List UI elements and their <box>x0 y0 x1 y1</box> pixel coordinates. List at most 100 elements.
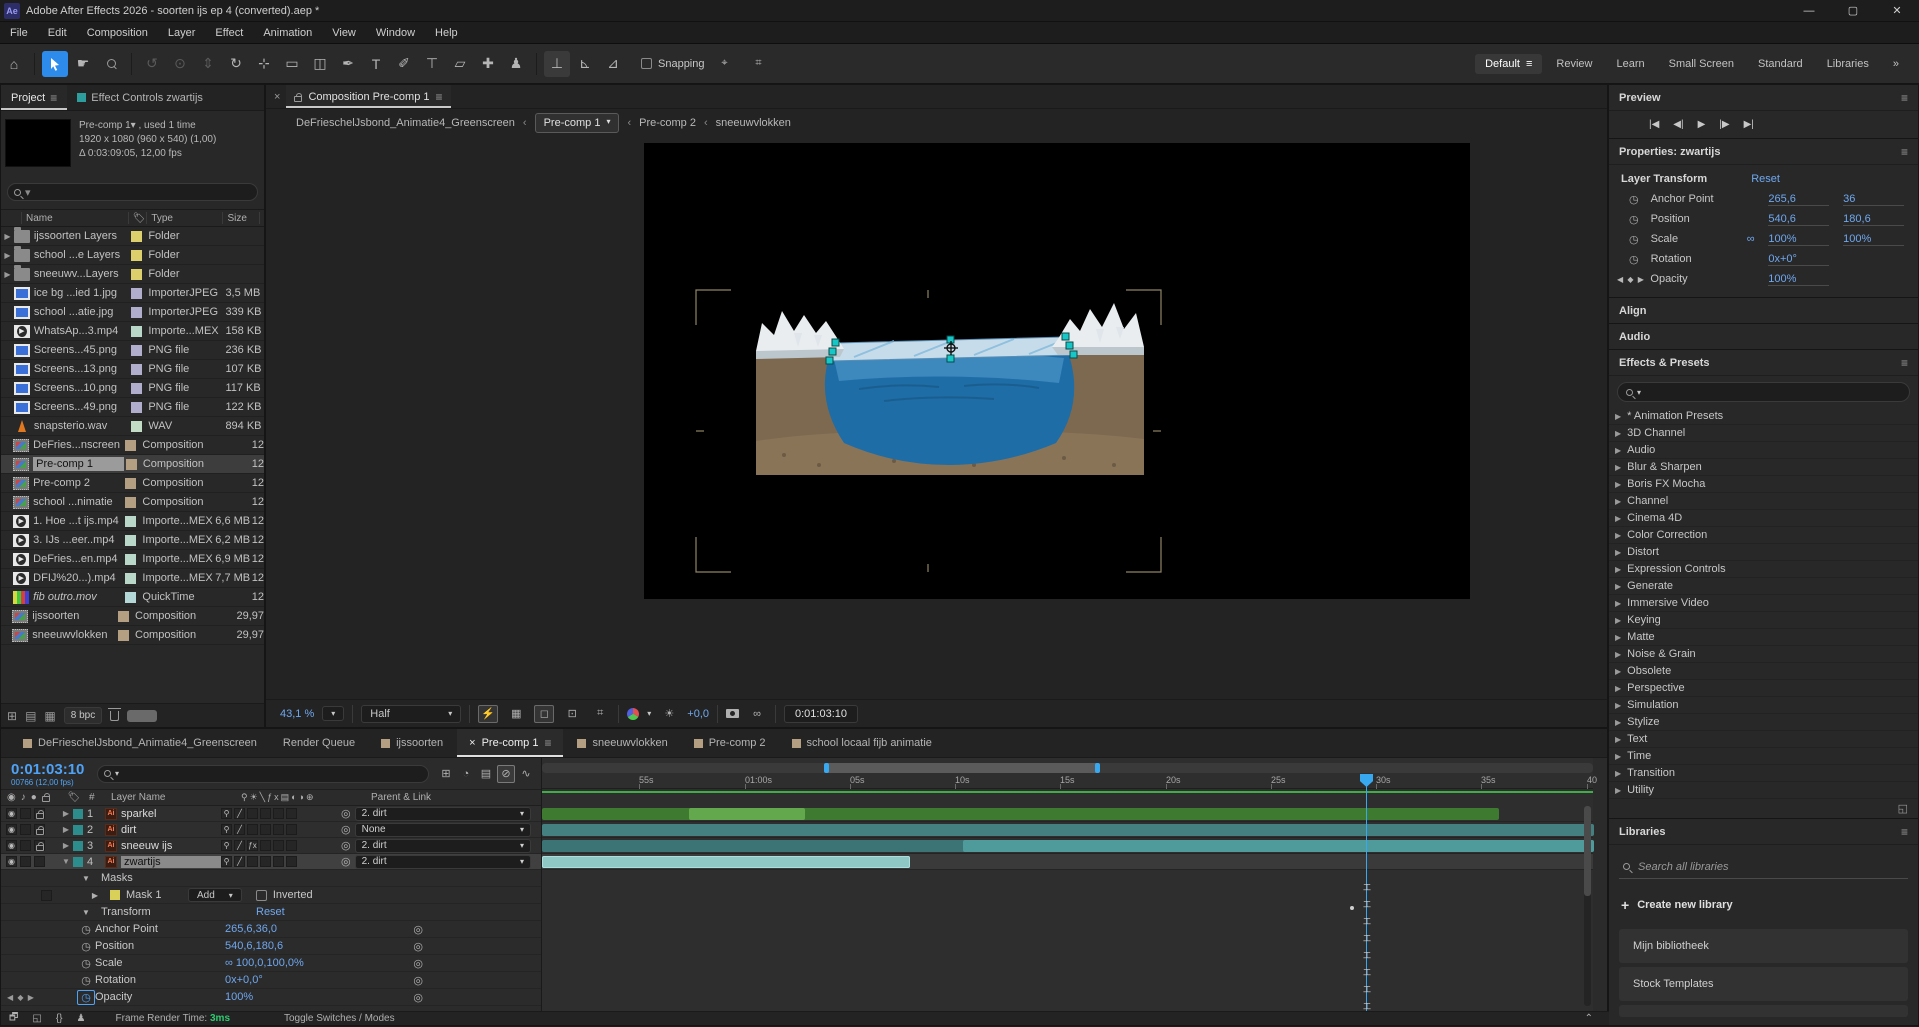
magnification-value[interactable]: 43,1 % <box>280 708 314 720</box>
audio-panel-header[interactable]: Audio <box>1609 324 1918 350</box>
keyframe-navigator[interactable]: ◀ ◆ ▶ <box>1 993 35 1002</box>
effects-category-row[interactable]: ▶ Color Correction <box>1609 527 1918 544</box>
chevron-right-icon[interactable]: ▶ <box>1615 735 1621 744</box>
label-color-swatch[interactable] <box>131 288 142 299</box>
table-row[interactable]: ▶ WhatsAp...3.mp4 Importe...MEX 158 KB <box>1 322 264 341</box>
exposure-icon[interactable]: ☀ <box>659 705 679 723</box>
effects-category-row[interactable]: ▶ Simulation <box>1609 697 1918 714</box>
table-row[interactable]: ▶ school ...atie.jpg ImporterJPEG 339 KB <box>1 303 264 322</box>
column-size[interactable]: Size <box>222 212 259 224</box>
stopwatch-icon[interactable]: ◷ <box>77 940 95 953</box>
snap-option-2-icon[interactable]: ⌗ <box>746 51 772 77</box>
effects-category-row[interactable]: ▶ Expression Controls <box>1609 561 1918 578</box>
effects-category-row[interactable]: ▶ Transition <box>1609 765 1918 782</box>
chevron-right-icon[interactable]: ▶ <box>1615 752 1621 761</box>
column-tag-icon[interactable]: 🏷 <box>128 212 147 224</box>
work-area-segment[interactable] <box>826 763 1098 773</box>
parent-dropdown[interactable]: 2. dirt ▾ <box>355 807 531 821</box>
eye-icon[interactable]: ◉ <box>6 856 17 867</box>
property-label[interactable]: Opacity <box>95 991 225 1003</box>
label-color-swatch[interactable] <box>125 440 136 451</box>
rotation-tool-icon[interactable]: ↻ <box>223 51 249 77</box>
track-row[interactable] <box>542 806 1593 822</box>
snap-option-1-icon[interactable]: ⌖ <box>712 51 738 77</box>
eye-icon[interactable]: ◉ <box>6 808 17 819</box>
collapse-transformations-icon[interactable]: ⚲ <box>221 808 232 819</box>
show-snapshot-icon[interactable]: ∞ <box>747 705 767 723</box>
align-panel-header[interactable]: Align <box>1609 298 1918 324</box>
next-frame-button[interactable]: |▶ <box>1719 119 1729 130</box>
chevron-right-icon[interactable]: ▶ <box>1615 429 1621 438</box>
chevron-right-icon[interactable]: ▶ <box>1615 480 1621 489</box>
motion-blur-switch[interactable] <box>260 808 271 819</box>
stopwatch-icon[interactable]: ◷ <box>1617 193 1651 206</box>
track-row[interactable] <box>542 838 1593 854</box>
effects-category-row[interactable]: ▶ * Animation Presets <box>1609 408 1918 425</box>
layer-name[interactable]: dirt <box>121 824 221 836</box>
chevron-right-icon[interactable]: ▶ <box>1615 514 1621 523</box>
keyframe-marker[interactable]: 工 <box>1363 883 1370 892</box>
expand-arrow-icon[interactable]: ▶ <box>59 825 73 834</box>
chevron-right-icon[interactable]: ▶ <box>1615 769 1621 778</box>
label-color-swatch[interactable] <box>125 478 136 489</box>
stopwatch-icon[interactable]: ◷ <box>1617 253 1651 266</box>
expand-arrow-icon[interactable]: ▶ <box>59 809 73 818</box>
pan-camera-tool-icon[interactable]: ⊙ <box>167 51 193 77</box>
parent-dropdown[interactable]: 2. dirt ▾ <box>355 839 531 853</box>
layer-color-swatch[interactable] <box>73 841 83 851</box>
label-color-swatch[interactable] <box>126 459 137 470</box>
effects-category-row[interactable]: ▶ Audio <box>1609 442 1918 459</box>
layer-row[interactable]: ◉ ▶ 3 Ai sneeuw ijs ⚲ ╱ ƒx ◎ <box>1 838 541 854</box>
chevron-right-icon[interactable]: ▶ <box>1615 667 1621 676</box>
layer-duration-bar[interactable] <box>542 840 1594 852</box>
work-area-start-handle[interactable] <box>824 763 829 773</box>
timeline-tab[interactable]: × DeFrieschelJsbond_Animatie4_Greenscree… <box>11 729 269 757</box>
tab-project[interactable]: Project ≡ <box>1 85 67 110</box>
breadcrumb-item-current[interactable]: Pre-comp 1 ▾ <box>535 113 620 133</box>
pickwhip-icon[interactable]: ◎ <box>413 940 423 953</box>
parent-pickwhip-icon[interactable]: ◎ <box>341 855 351 868</box>
label-color-swatch[interactable] <box>131 231 142 242</box>
lock-icon[interactable] <box>294 96 302 102</box>
pen-tool-icon[interactable]: ✒ <box>335 51 361 77</box>
roto-brush-tool-icon[interactable]: ✚ <box>475 51 501 77</box>
transform-reset-button[interactable]: Reset <box>256 906 285 918</box>
expand-layer-switches-icon[interactable]: 🗗 <box>9 1010 18 1027</box>
effects-switch-icon[interactable] <box>247 808 258 819</box>
menu-item[interactable]: Composition <box>77 22 158 43</box>
fast-previews-icon[interactable]: ⚡ <box>478 705 498 723</box>
graph-editor-icon[interactable]: ∿ <box>517 765 535 783</box>
motion-blur-switch[interactable] <box>260 824 271 835</box>
brush-tool-icon[interactable]: ✐ <box>391 51 417 77</box>
property-label[interactable]: Scale <box>95 957 225 969</box>
keyframe-navigator[interactable]: ◀ ◆ ▶ <box>1617 275 1650 284</box>
workspace-overflow-button[interactable]: » <box>1883 54 1909 74</box>
orbit-camera-tool-icon[interactable]: ↺ <box>139 51 165 77</box>
layer-row[interactable]: ◉ ▶ 2 Ai dirt ⚲ ╱ ◎ <box>1 822 541 838</box>
effects-switch-icon[interactable] <box>247 856 258 867</box>
audio-toggle[interactable] <box>20 808 31 819</box>
eye-icon[interactable]: ◉ <box>6 824 17 835</box>
snapshot-icon[interactable] <box>726 709 739 718</box>
panel-menu-icon[interactable]: ≡ <box>50 91 57 105</box>
effects-switch-icon[interactable] <box>247 824 258 835</box>
table-row[interactable]: ▶ DFIJ%20...).mp4 Importe...MEX 7,7 MB 1… <box>1 569 264 588</box>
mask-color-swatch[interactable] <box>110 890 120 900</box>
table-row[interactable]: ▶ fib outro.mov QuickTime 12 <box>1 588 264 607</box>
workspace-menu-icon[interactable]: ≡ <box>1526 58 1532 70</box>
property-value[interactable]: 0x+0,0° <box>225 974 263 986</box>
effects-category-row[interactable]: ▶ Matte <box>1609 629 1918 646</box>
property-value-x[interactable]: 0x+0° <box>1768 253 1829 266</box>
project-scrollbar-thumb[interactable] <box>127 710 157 722</box>
effects-category-row[interactable]: ▶ Obsolete <box>1609 663 1918 680</box>
menu-item[interactable]: Help <box>425 22 468 43</box>
pickwhip-icon[interactable]: ◎ <box>413 991 423 1004</box>
lock-toggle[interactable] <box>34 856 45 867</box>
column-name[interactable]: Name <box>21 212 128 224</box>
shy-layers-icon[interactable]: ◔ <box>457 765 475 783</box>
table-row[interactable]: ▶ school ...nimatie Composition 12 <box>1 493 264 512</box>
motion-blur-switch[interactable] <box>260 856 271 867</box>
layer-duration-bar[interactable] <box>542 808 1499 820</box>
breadcrumb-item[interactable]: DeFrieschelJsbond_Animatie4_Greenscreen <box>296 117 515 129</box>
render-time-person-icon[interactable]: ♟ <box>77 1013 86 1024</box>
